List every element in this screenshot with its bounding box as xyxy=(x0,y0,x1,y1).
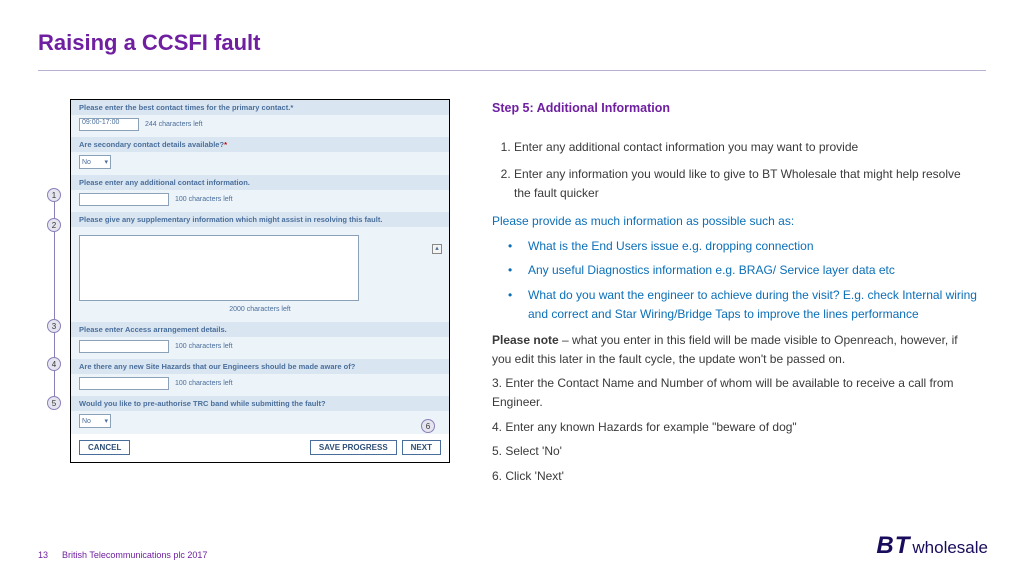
section-header-secondary: Are secondary contact details available?… xyxy=(71,137,449,152)
additional-input[interactable] xyxy=(79,193,169,206)
trc-select[interactable]: No▾ xyxy=(79,414,111,428)
explanation-panel: Step 5: Additional Information Enter any… xyxy=(492,99,986,491)
section-body-hazards: 100 characters left xyxy=(71,374,449,396)
time-input[interactable]: 09:00-17:00 xyxy=(79,118,139,131)
sub-lead: Please provide as much information as po… xyxy=(492,212,980,231)
ol-item-2: Enter any information you would like to … xyxy=(514,165,980,202)
page-number: 13 xyxy=(38,550,48,560)
footer: 13 British Telecommunications plc 2017 xyxy=(38,550,207,560)
step-6: 6. Click 'Next' xyxy=(492,467,980,486)
section-body-access: 100 characters left xyxy=(71,337,449,359)
access-input[interactable] xyxy=(79,340,169,353)
chars-left: 100 characters left xyxy=(175,196,233,203)
chars-left: 244 characters left xyxy=(145,121,203,128)
bt-wholesale-logo: B T wholesale xyxy=(876,532,988,560)
save-progress-button[interactable]: SAVE PROGRESS xyxy=(310,440,397,455)
callout-4: 4 xyxy=(47,357,61,371)
secondary-select[interactable]: No▾ xyxy=(79,155,111,169)
hazards-input[interactable] xyxy=(79,377,169,390)
step-4: 4. Enter any known Hazards for example "… xyxy=(492,418,980,437)
logo-t: T xyxy=(895,532,909,560)
chars-left: 100 characters left xyxy=(175,343,233,350)
section-header-additional: Please enter any additional contact info… xyxy=(71,175,449,190)
ul-item-3: What do you want the engineer to achieve… xyxy=(502,286,980,323)
section-body-supplementary: 2000 characters left xyxy=(71,227,449,322)
ol-item-1: Enter any additional contact information… xyxy=(514,138,980,157)
section-body-contact-times: 09:00-17:00 244 characters left xyxy=(71,115,449,137)
next-button[interactable]: NEXT xyxy=(402,440,441,455)
callout-6: 6 xyxy=(421,419,435,433)
button-row: CANCEL SAVE PROGRESS NEXT xyxy=(71,434,449,462)
ul-item-2: Any useful Diagnostics information e.g. … xyxy=(502,261,980,280)
section-header-trc: Would you like to pre-authorise TRC band… xyxy=(71,396,449,411)
section-body-trc: No▾ xyxy=(71,411,449,434)
logo-b: B xyxy=(876,532,892,560)
cancel-button[interactable]: CANCEL xyxy=(79,440,130,455)
step-title: Step 5: Additional Information xyxy=(492,99,980,118)
scroll-up-icon[interactable]: ▴ xyxy=(432,244,442,254)
callout-5: 5 xyxy=(47,396,61,410)
step-5: 5. Select 'No' xyxy=(492,442,980,461)
section-body-additional: 100 characters left xyxy=(71,190,449,212)
step-3: 3. Enter the Contact Name and Number of … xyxy=(492,374,980,411)
chars-left: 100 characters left xyxy=(175,380,233,387)
section-body-secondary: No▾ xyxy=(71,152,449,175)
form-screenshot: 1 2 3 4 5 Please enter the best contact … xyxy=(70,99,450,463)
section-header-access: Please enter Access arrangement details. xyxy=(71,322,449,337)
note-strong: Please note xyxy=(492,333,559,347)
page-title: Raising a CCSFI fault xyxy=(38,30,986,56)
section-header-hazards: Are there any new Site Hazards that our … xyxy=(71,359,449,374)
callout-1: 1 xyxy=(47,188,61,202)
chars-left: 2000 characters left xyxy=(79,303,441,316)
section-header-supplementary: Please give any supplementary informatio… xyxy=(71,212,449,227)
section-header-contact-times: Please enter the best contact times for … xyxy=(71,100,449,115)
supplementary-textarea[interactable] xyxy=(79,235,359,301)
footer-text: British Telecommunications plc 2017 xyxy=(62,550,207,560)
title-divider xyxy=(38,70,986,71)
callout-3: 3 xyxy=(47,319,61,333)
ul-item-1: What is the End Users issue e.g. droppin… xyxy=(502,237,980,256)
note-paragraph: Please note – what you enter in this fie… xyxy=(492,331,980,368)
logo-suffix: wholesale xyxy=(912,538,988,558)
callout-2: 2 xyxy=(47,218,61,232)
